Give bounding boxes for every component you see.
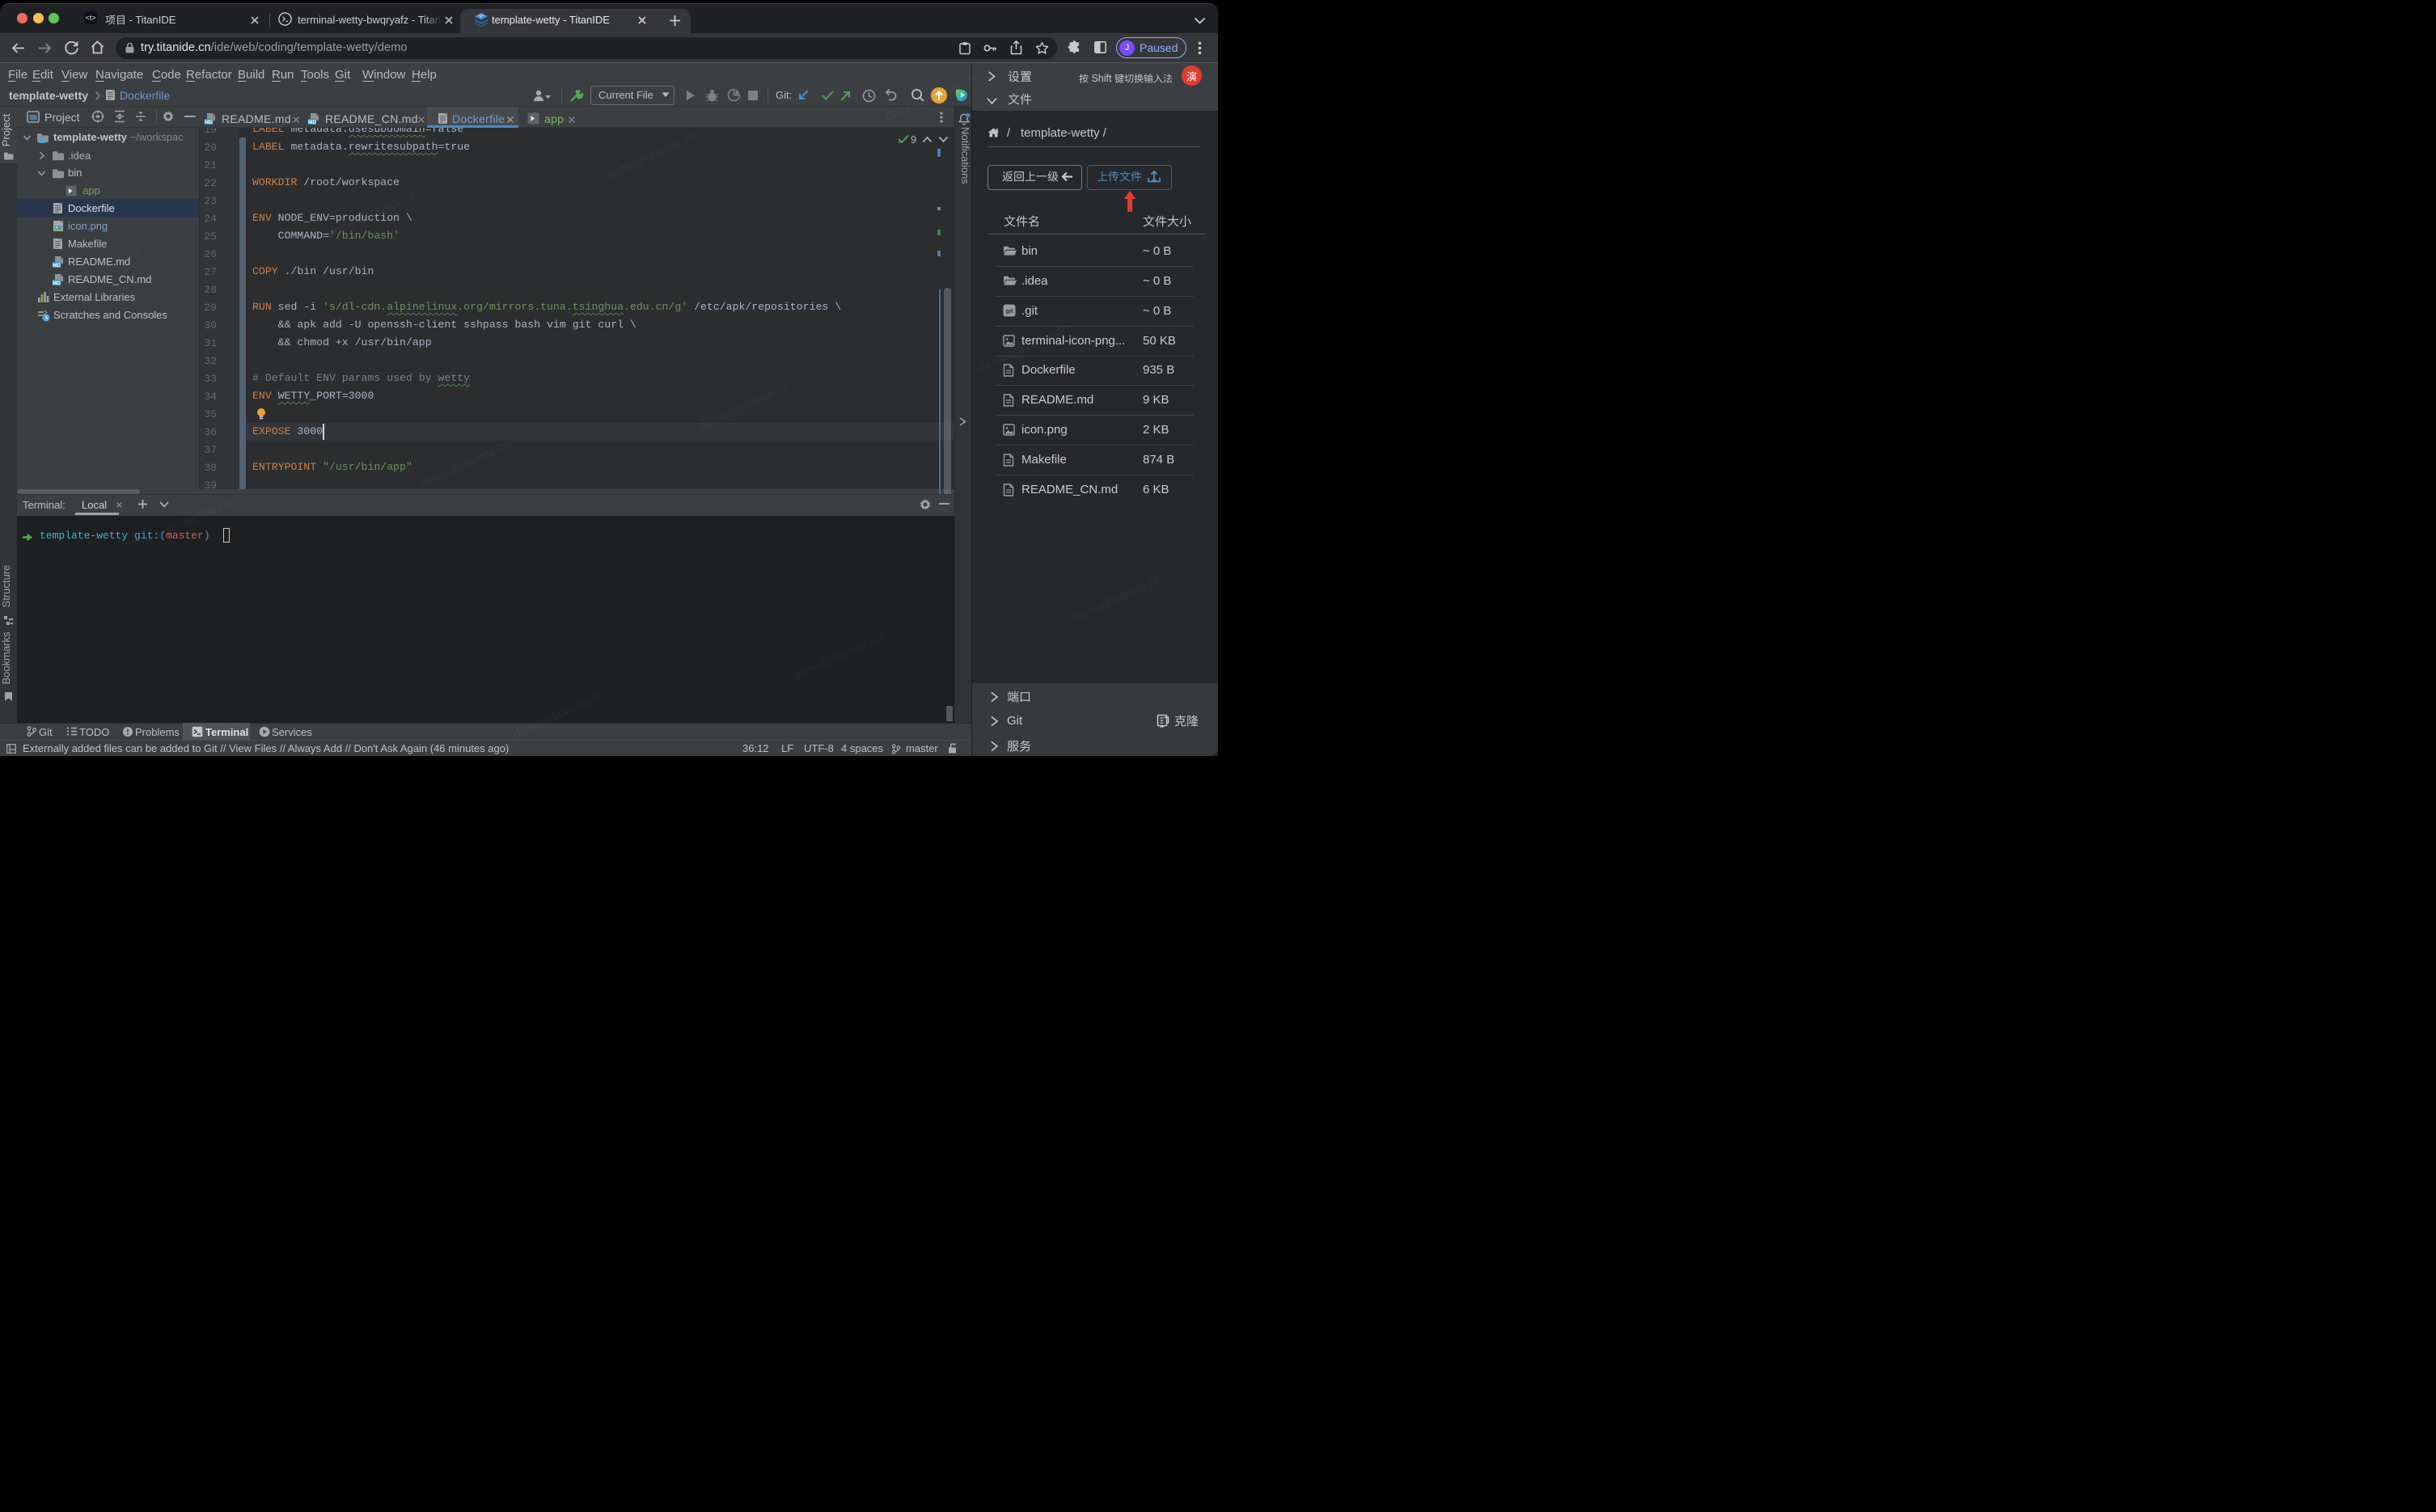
svg-text:MD: MD — [308, 120, 316, 125]
svg-text:MD: MD — [205, 120, 213, 125]
svg-text:git: git — [1005, 307, 1013, 315]
svg-text:MD: MD — [53, 263, 61, 268]
